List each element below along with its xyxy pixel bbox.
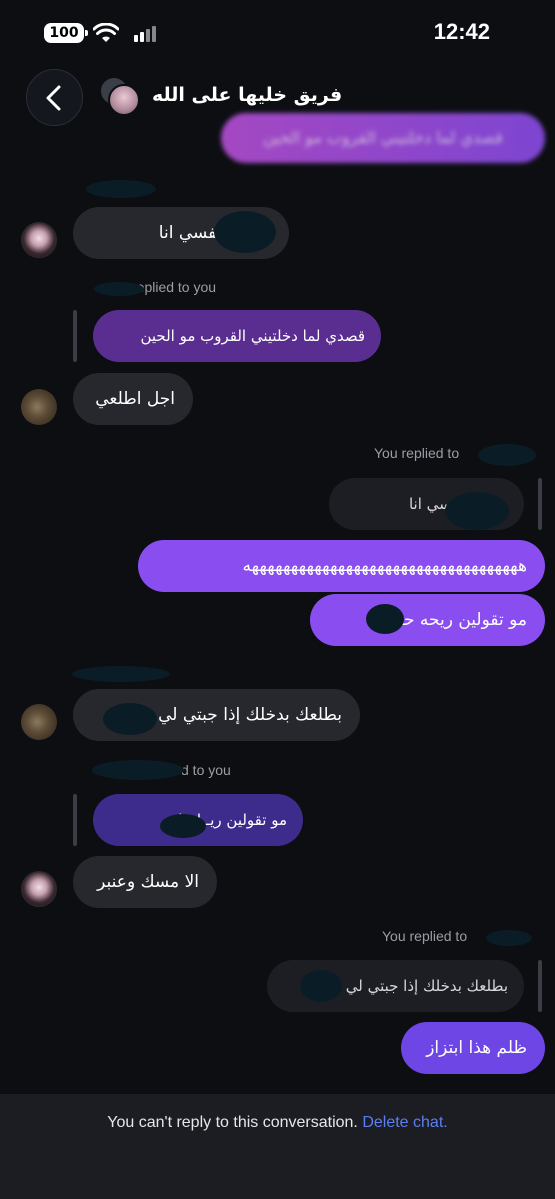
redaction-scribble <box>160 814 206 838</box>
quote-indicator <box>73 310 77 362</box>
message-bubble-outgoing[interactable]: مو تقولين ريحه حلوه <box>310 594 545 646</box>
quote-indicator <box>73 794 77 846</box>
reply-label: d to you <box>181 762 231 778</box>
redaction-scribble <box>366 604 404 634</box>
redaction-scribble <box>103 703 157 735</box>
redaction-scribble <box>445 492 509 530</box>
back-button[interactable] <box>26 69 83 126</box>
redaction-scribble <box>478 444 536 466</box>
redaction-scribble <box>214 211 276 253</box>
message-bubble-incoming[interactable]: الا مسك وعنبر <box>73 856 217 908</box>
sender-avatar[interactable] <box>21 389 57 425</box>
status-bar: 100 12:42 <box>0 0 555 62</box>
reply-label: replied to you <box>132 279 217 295</box>
chat-title[interactable]: فريق خليها على الله <box>152 84 342 106</box>
message-bubble-outgoing[interactable]: ظلم هذا ابتزاز <box>401 1022 545 1074</box>
reply-label: You replied to <box>382 928 468 944</box>
quoted-message[interactable]: قصدي لما دخلتيني القروب مو الحين <box>93 310 381 362</box>
wifi-icon <box>93 23 119 42</box>
sender-avatar[interactable] <box>21 704 57 740</box>
avatar <box>108 84 140 116</box>
redaction-scribble <box>92 760 184 780</box>
reply-label: You replied to <box>374 445 460 461</box>
message-text: بطلعك بدخلك إذا جبتي لي <box>158 705 342 725</box>
message-bubble-outgoing[interactable]: قصدي لما دخلتيني القروب مو الحين <box>221 113 545 163</box>
footer-notice: You can't reply to this conversation. De… <box>107 1114 448 1131</box>
message-bubble-incoming[interactable]: اجل اطلعي <box>73 373 193 425</box>
redaction-scribble <box>486 930 532 946</box>
battery-icon: 100 <box>44 23 88 43</box>
cellular-signal-icon <box>134 26 156 42</box>
quote-indicator <box>538 960 542 1012</box>
quote-indicator <box>538 478 542 530</box>
message-text: هههههههههههههههههههههههههههههههههههه <box>242 556 527 576</box>
redaction-scribble <box>86 180 156 198</box>
message-text: الا مسك وعنبر <box>97 872 199 892</box>
redaction-scribble <box>94 282 144 296</box>
delete-chat-link[interactable]: Delete chat. <box>362 1114 447 1131</box>
group-avatar[interactable] <box>97 76 141 116</box>
sender-avatar[interactable] <box>21 222 57 258</box>
redaction-scribble <box>300 970 342 1002</box>
redaction-scribble <box>72 666 170 682</box>
message-bubble-outgoing[interactable]: هههههههههههههههههههههههههههههههههههه <box>138 540 545 592</box>
reply-disabled-footer: You can't reply to this conversation. De… <box>0 1094 555 1199</box>
message-text: ظلم هذا ابتزاز <box>426 1038 527 1058</box>
clock: 12:42 <box>433 19 490 44</box>
sender-avatar[interactable] <box>21 871 57 907</box>
message-text: اجل اطلعي <box>95 389 175 409</box>
chevron-left-icon <box>46 85 61 111</box>
